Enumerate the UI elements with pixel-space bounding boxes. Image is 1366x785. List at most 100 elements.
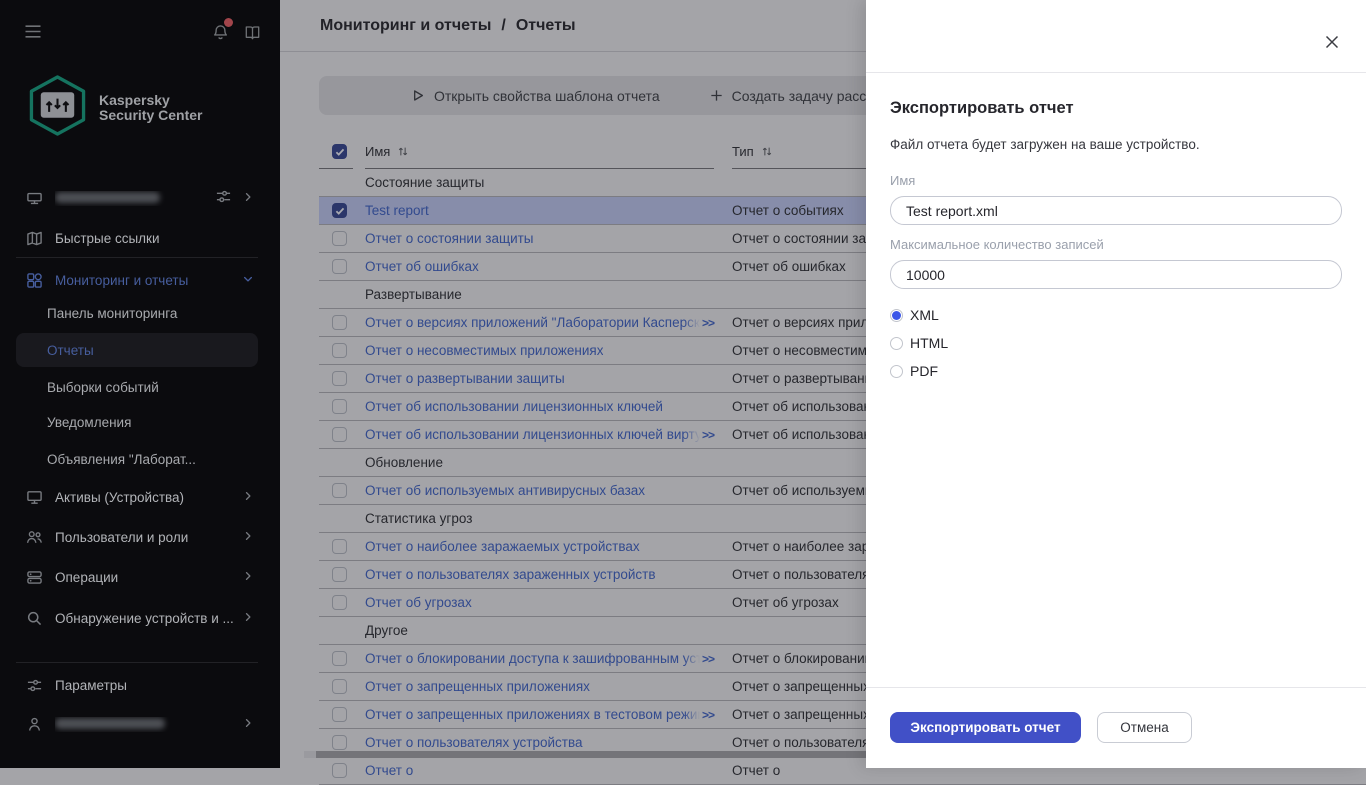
report-link[interactable]: Отчет о наиболее заражаемых устройствах (365, 539, 640, 554)
report-link[interactable]: Отчет о пользователях устройства (365, 735, 583, 750)
report-link[interactable]: Отчет о версиях приложений "Лаборатории … (365, 315, 700, 330)
sidebar-item-announcements[interactable]: Объявления "Лаборат... (0, 441, 280, 477)
breadcrumb-parent[interactable]: Мониторинг и отчеты (320, 17, 491, 35)
sidebar-divider (16, 662, 258, 663)
sidebar-item-server[interactable] (0, 178, 280, 218)
play-icon (410, 88, 425, 103)
chevron-right-icon[interactable] (242, 717, 254, 732)
close-icon[interactable] (1324, 34, 1340, 50)
sidebar-item-label: Обнаружение устройств и ... (55, 610, 234, 626)
row-checkbox[interactable] (332, 259, 347, 274)
report-link[interactable]: Отчет о (365, 763, 413, 778)
notifications-bell-icon[interactable] (212, 24, 229, 46)
truncated-more-icon[interactable]: >> (702, 652, 715, 666)
radio-selected-icon[interactable] (890, 308, 903, 322)
sidebar-item-operations[interactable]: Операции (0, 557, 280, 597)
row-checkbox[interactable] (332, 343, 347, 358)
export-report-button[interactable]: Экспортировать отчет (890, 712, 1081, 743)
row-checkbox[interactable] (332, 707, 347, 722)
row-checkbox[interactable] (332, 595, 347, 610)
chevron-right-icon[interactable] (242, 570, 254, 585)
column-header-name[interactable]: Имя (365, 135, 714, 169)
sidebar-item-label: Пользователи и роли (55, 529, 189, 545)
report-link[interactable]: Отчет об ошибках (365, 259, 479, 274)
row-checkbox[interactable] (332, 539, 347, 554)
app-logo: Kaspersky Security Center (28, 74, 202, 142)
chevron-right-icon[interactable] (242, 611, 254, 626)
truncated-more-icon[interactable]: >> (702, 428, 715, 442)
report-link[interactable]: Отчет об использовании лицензионных ключ… (365, 399, 663, 414)
report-link[interactable]: Отчет о запрещенных приложениях (365, 679, 590, 694)
sidebar-item-notifications[interactable]: Уведомления (0, 404, 280, 440)
row-checkbox[interactable] (332, 483, 347, 498)
radio-unselected-icon[interactable] (890, 336, 903, 350)
cancel-button[interactable]: Отмена (1097, 712, 1192, 743)
row-checkbox[interactable] (332, 763, 347, 778)
group-label: Статистика угроз (365, 511, 473, 526)
row-checkbox[interactable] (332, 371, 347, 386)
kaspersky-hexagon-logo-icon (28, 74, 87, 142)
report-link[interactable]: Отчет о развертывании защиты (365, 371, 565, 386)
format-radio-pdf[interactable]: PDF (890, 363, 938, 379)
sidebar-item-discovery[interactable]: Обнаружение устройств и ... (0, 598, 280, 638)
sidebar-item-assets[interactable]: Активы (Устройства) (0, 477, 280, 517)
sidebar-item-monitoring-reports[interactable]: Мониторинг и отчеты (0, 260, 280, 300)
select-all-checkbox[interactable] (332, 144, 347, 159)
row-checkbox[interactable] (332, 735, 347, 750)
format-radio-html[interactable]: HTML (890, 335, 948, 351)
grid-icon (26, 272, 43, 289)
drawer-description: Файл отчета будет загружен на ваше устро… (890, 137, 1200, 152)
sidebar-item-account[interactable] (0, 704, 280, 744)
redacted-text (55, 191, 160, 203)
help-book-icon[interactable] (244, 25, 261, 46)
radio-unselected-icon[interactable] (890, 364, 903, 378)
report-link[interactable]: Отчет о состоянии защиты (365, 231, 534, 246)
sidebar-item-event-selections[interactable]: Выборки событий (0, 369, 280, 405)
report-link[interactable]: Отчет об угрозах (365, 595, 472, 610)
app-title: Kaspersky Security Center (99, 91, 203, 123)
hamburger-menu-icon[interactable] (24, 24, 42, 44)
sidebar-item-settings[interactable]: Параметры (0, 665, 280, 705)
sidebar-item-label: Объявления "Лаборат... (47, 451, 196, 467)
plus-icon (709, 88, 724, 103)
sidebar-item-users-roles[interactable]: Пользователи и роли (0, 517, 280, 557)
report-link[interactable]: Отчет о блокировании доступа к зашифрова… (365, 651, 700, 666)
sidebar-item-reports[interactable]: Отчеты (0, 332, 280, 368)
report-link[interactable]: Отчет о запрещенных приложениях в тестов… (365, 707, 700, 722)
report-link[interactable]: Отчет о несовместимых приложениях (365, 343, 603, 358)
chevron-down-icon[interactable] (242, 273, 254, 288)
report-name-input[interactable] (890, 196, 1342, 225)
report-link[interactable]: Test report (365, 203, 429, 218)
sliders-icon[interactable] (215, 188, 232, 208)
group-label: Развертывание (365, 287, 462, 302)
sidebar-item-dashboard[interactable]: Панель мониторинга (0, 295, 280, 331)
max-records-input[interactable] (890, 260, 1342, 289)
chevron-right-icon[interactable] (242, 530, 254, 545)
row-checkbox[interactable] (332, 567, 347, 582)
users-icon (26, 529, 43, 546)
format-radio-xml[interactable]: XML (890, 307, 939, 323)
sidebar-item-quick-links[interactable]: Быстрые ссылки (0, 218, 280, 258)
truncated-more-icon[interactable]: >> (702, 316, 715, 330)
report-link[interactable]: Отчет об использовании лицензионных ключ… (365, 427, 700, 442)
open-template-properties-button[interactable]: Открыть свойства шаблона отчета (410, 88, 660, 104)
report-type: Отчет об ошибках (732, 259, 846, 274)
row-checkbox[interactable] (332, 203, 347, 218)
row-checkbox[interactable] (332, 231, 347, 246)
row-checkbox[interactable] (332, 399, 347, 414)
breadcrumb: Мониторинг и отчеты / Отчеты (320, 17, 576, 35)
row-checkbox[interactable] (332, 679, 347, 694)
row-checkbox[interactable] (332, 651, 347, 666)
map-icon (26, 230, 43, 247)
sidebar-item-label: Выборки событий (47, 379, 159, 395)
row-checkbox[interactable] (332, 427, 347, 442)
sidebar-item-label: Мониторинг и отчеты (55, 272, 189, 288)
chevron-right-icon[interactable] (242, 490, 254, 505)
sidebar: Kaspersky Security Center Быстрые ссылки… (0, 0, 280, 768)
breadcrumb-current: Отчеты (515, 16, 576, 34)
report-link[interactable]: Отчет о пользователях зараженных устройс… (365, 567, 656, 582)
chevron-right-icon[interactable] (242, 191, 254, 206)
truncated-more-icon[interactable]: >> (702, 708, 715, 722)
report-link[interactable]: Отчет об используемых антивирусных базах (365, 483, 645, 498)
row-checkbox[interactable] (332, 315, 347, 330)
